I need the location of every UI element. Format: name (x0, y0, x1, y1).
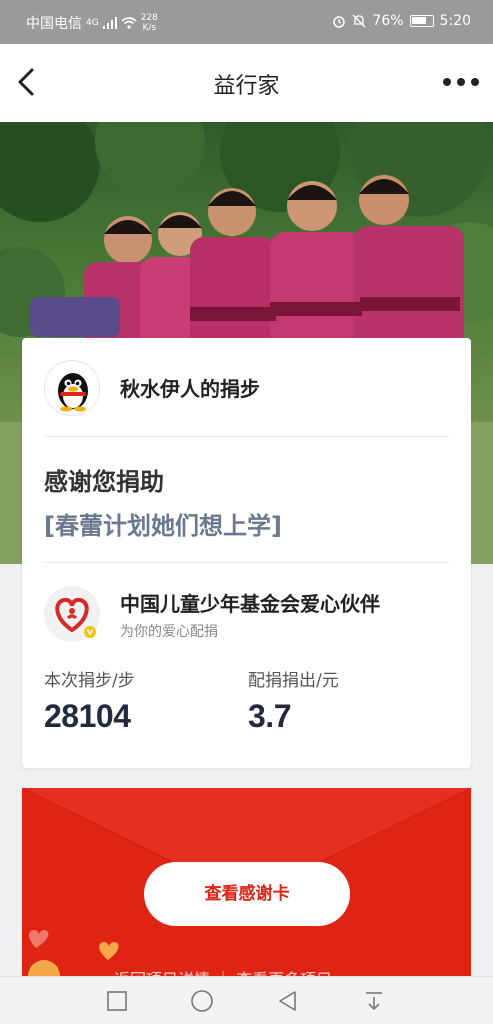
pulldown-icon (366, 992, 382, 1011)
system-nav-bar (0, 976, 493, 1024)
carrier-label: 中国电信 (26, 16, 82, 32)
more-dot-icon (471, 78, 479, 86)
network-type: 4G (86, 18, 99, 28)
project-name[interactable]: [春蕾计划她们想上学] (44, 506, 282, 541)
divider (44, 562, 449, 563)
org-name: 中国儿童少年基金会爱心伙伴 (120, 592, 380, 616)
circle-icon (191, 990, 213, 1012)
avatar (44, 360, 100, 416)
donation-card: 秋水伊人的捐步 感谢您捐助 [春蕾计划她们想上学] 中国儿童少年基金会爱心伙伴 … (22, 338, 471, 768)
more-options-button[interactable] (443, 70, 479, 94)
view-thanks-card-button[interactable]: 查看感谢卡 (144, 862, 350, 926)
page-title: 益行家 (213, 74, 280, 99)
mute-icon (352, 14, 366, 28)
speed-unit: K/s (142, 23, 157, 33)
system-back-button[interactable] (276, 989, 300, 1013)
square-icon (107, 991, 127, 1011)
more-dot-icon (443, 78, 451, 86)
match-value: 3.7 (248, 698, 291, 734)
notification-pulldown-button[interactable] (362, 989, 386, 1013)
username: 秋水伊人的捐步 (120, 377, 260, 401)
clock-time: 5:20 (439, 13, 471, 29)
divider (44, 436, 449, 437)
network-speed: 228 K/s (141, 13, 158, 33)
recent-apps-button[interactable] (105, 989, 129, 1013)
battery-percent: 76% (372, 13, 404, 29)
match-label: 配捐捐出/元 (248, 671, 339, 691)
steps-label: 本次捐步/步 (44, 671, 135, 691)
penguin-avatar-icon (58, 373, 88, 412)
status-bar: 中国电信 4G 228 K/s 76% 5:20 (0, 0, 493, 44)
triangle-back-icon (279, 991, 296, 1011)
status-left: 中国电信 4G 228 K/s (26, 13, 158, 33)
heart-logo-icon (55, 597, 96, 638)
speed-value: 228 (140, 13, 158, 23)
thanks-heading: 感谢您捐助 (44, 468, 164, 496)
signal-icon (102, 17, 117, 29)
home-button[interactable] (190, 989, 214, 1013)
more-dot-icon (457, 78, 465, 86)
org-subtitle: 为你的爱心配捐 (120, 624, 218, 640)
org-logo (44, 586, 100, 642)
wifi-icon (121, 17, 137, 29)
battery-icon (409, 15, 434, 27)
red-envelope: 查看感谢卡 返回项目详情 ｜ 查看更多项目 (22, 788, 471, 988)
nav-bar: 益行家 (0, 44, 493, 122)
alarm-icon (333, 16, 346, 28)
status-right: 76% 5:20 (332, 13, 471, 29)
steps-value: 28104 (44, 698, 131, 734)
